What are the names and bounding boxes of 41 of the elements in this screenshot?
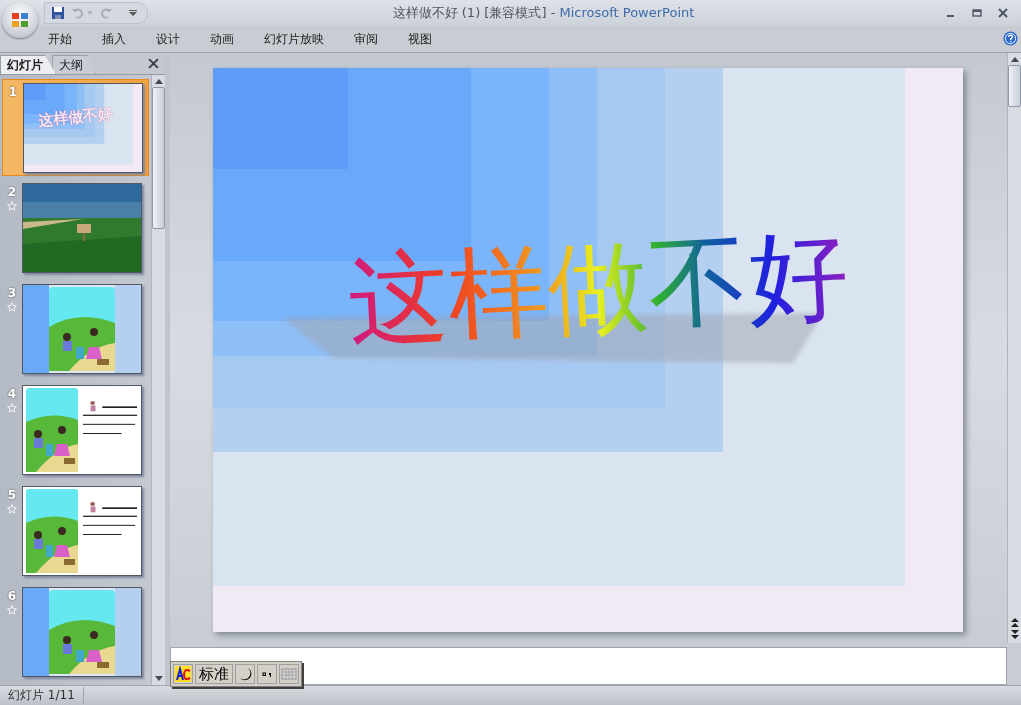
slide-number: 4 — [7, 387, 17, 401]
next-slide-icon[interactable] — [1010, 630, 1019, 639]
scroll-up-icon[interactable] — [154, 79, 163, 84]
pane-tab[interactable]: 大纲 — [52, 55, 96, 74]
slide-indicator: 幻灯片 1/11 — [0, 687, 84, 704]
slide-number: 3 — [7, 286, 17, 300]
slide-number: 6 — [7, 589, 17, 603]
previous-slide-icon[interactable] — [1010, 618, 1019, 627]
ribbon-tab[interactable]: 视图 — [408, 28, 432, 50]
ribbon-tab[interactable]: 插入 — [102, 28, 126, 50]
pane-tab[interactable]: 幻灯片 — [0, 55, 56, 74]
scrollbar[interactable] — [151, 75, 165, 685]
close-icon[interactable] — [148, 58, 159, 69]
slide-number: 2 — [7, 185, 17, 199]
ime-mode-button[interactable]: 标准 — [195, 664, 233, 684]
close-icon[interactable] — [998, 8, 1008, 18]
punctuation-icon[interactable] — [257, 664, 277, 684]
ribbon-tab[interactable]: 开始 — [48, 28, 72, 50]
office-logo-icon[interactable] — [10, 10, 30, 30]
ribbon-tab[interactable]: 审阅 — [354, 28, 378, 50]
help-icon[interactable] — [1003, 31, 1018, 46]
scroll-down-icon[interactable] — [154, 676, 163, 681]
window-title: 这样做不好 (1) [兼容模式] - Microsoft PowerPoint — [391, 4, 696, 22]
ribbon-tab[interactable]: 幻灯片放映 — [264, 28, 324, 50]
scrollbar[interactable] — [1007, 53, 1021, 643]
ribbon-tab[interactable]: 设计 — [156, 28, 180, 50]
ime-toolbar[interactable]: 标准 — [170, 661, 302, 687]
scroll-up-icon[interactable] — [1010, 57, 1019, 62]
slide-number: 5 — [7, 488, 17, 502]
restore-icon[interactable] — [972, 8, 982, 18]
customize-caret-icon[interactable] — [129, 10, 137, 16]
scroll-thumb[interactable] — [152, 87, 165, 229]
scroll-thumb[interactable] — [1008, 65, 1021, 107]
slide-number: 1 — [8, 85, 18, 99]
save-icon[interactable] — [51, 6, 65, 20]
office-button[interactable] — [2, 2, 38, 38]
moon-icon[interactable] — [235, 664, 255, 684]
notes-field[interactable] — [170, 647, 1007, 685]
thumbnail-title: 这样做不好 — [37, 104, 114, 131]
ribbon-tab[interactable]: 动画 — [210, 28, 234, 50]
ime-logo-icon[interactable] — [173, 664, 193, 684]
